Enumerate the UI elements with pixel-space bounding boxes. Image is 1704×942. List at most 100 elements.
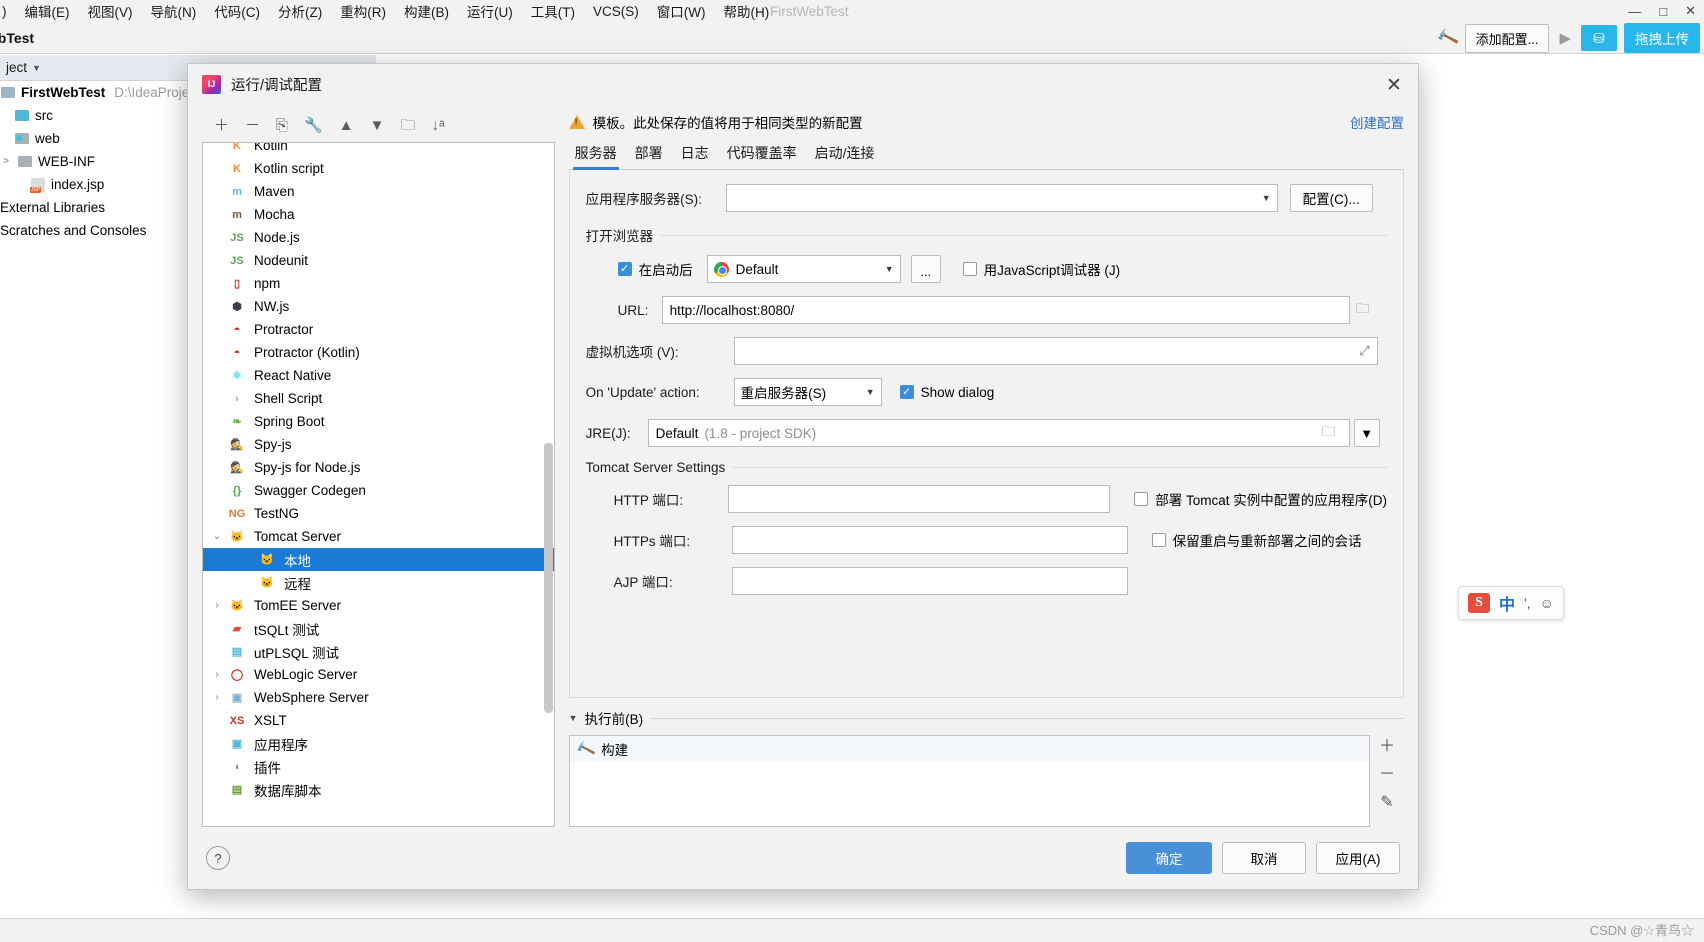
sort-icon[interactable]: ↓ᵃ — [431, 118, 444, 133]
remove-task-icon[interactable]: － — [1379, 767, 1395, 783]
config-tree-item-maven[interactable]: m Maven — [203, 180, 554, 203]
config-tree-item-数据库脚本[interactable]: ▤ 数据库脚本 — [203, 778, 554, 801]
menu-item-navigate[interactable]: 导航(N) — [142, 1, 206, 21]
config-tree-item-swagger-codegen[interactable]: {} Swagger Codegen — [203, 479, 554, 502]
menu-item-code[interactable]: 代码(C) — [205, 1, 269, 21]
vm-options-input[interactable]: ⤢ — [733, 337, 1378, 365]
new-folder-icon[interactable]: 🗀 — [400, 118, 415, 133]
expand-icon[interactable]: ⤢ — [1359, 343, 1369, 359]
config-tree-item-weblogic-server[interactable]: › ◯ WebLogic Server — [203, 663, 554, 686]
tab-deployment[interactable]: 部署 — [633, 143, 665, 169]
after-launch-checkbox[interactable] — [617, 262, 632, 276]
browse-browsers-button[interactable]: ... — [910, 255, 941, 283]
configure-server-button[interactable]: 配置(C)... — [1289, 184, 1373, 212]
ajp-port-input[interactable] — [731, 567, 1128, 595]
config-tree-item-node.js[interactable]: JS Node.js — [203, 226, 554, 249]
before-launch-header[interactable]: ▼ 执行前(B) — [569, 708, 1404, 728]
tree-scroll-area[interactable]: K Kotlin K Kotlin script m Maven m Mocha JS Node.… — [203, 143, 554, 826]
preserve-sessions-checkbox[interactable] — [1151, 533, 1166, 547]
collapse-triangle-icon[interactable]: ▼ — [569, 713, 578, 723]
config-tree-item-websphere-server[interactable]: › ▣ WebSphere Server — [203, 686, 554, 709]
wrench-icon[interactable]: 🔧 — [304, 118, 323, 133]
run-icon[interactable]: ▶ — [1556, 29, 1574, 47]
show-dialog-checkbox[interactable] — [899, 385, 914, 399]
config-tree-item-spy-js[interactable]: 🕵 Spy-js — [203, 433, 554, 456]
menu-item-analyze[interactable]: 分析(Z) — [269, 1, 331, 21]
application-server-select[interactable]: ▼ — [725, 184, 1278, 212]
minimize-icon[interactable]: — — [1628, 4, 1641, 19]
config-tree-item-nodeunit[interactable]: JS Nodeunit — [203, 249, 554, 272]
js-debugger-checkbox[interactable] — [962, 262, 977, 276]
jre-input[interactable]: Default (1.8 - project SDK) 🗀 — [647, 419, 1350, 447]
tab-code-coverage[interactable]: 代码覆盖率 — [725, 143, 799, 169]
ok-button[interactable]: 确定 — [1126, 842, 1212, 874]
config-tree-item-tsqlt-测试[interactable]: ▰ tSQLt 测试 — [203, 617, 554, 640]
tab-server[interactable]: 服务器 — [572, 143, 619, 170]
close-icon[interactable]: ✕ — [1384, 75, 1404, 95]
chevron-right-icon[interactable]: › — [209, 600, 225, 611]
config-tree-item-xslt[interactable]: XS XSLT — [203, 709, 554, 732]
menu-item-edit[interactable]: 编辑(E) — [16, 1, 79, 21]
before-launch-list[interactable]: 🔨 构建 — [568, 735, 1370, 827]
config-tree-item-shell-script[interactable]: › Shell Script — [203, 387, 554, 410]
config-tree-item-npm[interactable]: ▯ npm — [203, 272, 554, 295]
tree-scrollbar[interactable] — [543, 443, 553, 713]
config-tree-item-utplsql-测试[interactable]: ▤ utPLSQL 测试 — [203, 640, 554, 663]
config-tree-item-tomcat-server[interactable]: ⌄ 🐱 Tomcat Server — [203, 525, 554, 548]
browser-select[interactable]: Default ▼ — [706, 255, 901, 283]
move-up-icon[interactable]: ▲ — [339, 118, 354, 133]
chevron-down-icon[interactable]: ⌄ — [209, 531, 225, 542]
apply-button[interactable]: 应用(A) — [1316, 842, 1400, 874]
folder-icon[interactable]: 🗀 — [1316, 420, 1342, 446]
add-configuration-button[interactable]: 添加配置... — [1464, 23, 1550, 53]
chevron-down-icon[interactable]: ▼ — [32, 63, 41, 73]
maximize-icon[interactable]: □ — [1659, 4, 1667, 19]
on-update-action-select[interactable]: 重启服务器(S) ▼ — [733, 378, 882, 406]
menu-item-help[interactable]: 帮助(H) — [715, 1, 779, 21]
remove-configuration-icon[interactable]: － — [245, 118, 260, 133]
list-item[interactable]: 🔨 构建 — [569, 736, 1369, 762]
chevron-right-icon[interactable]: > — [0, 156, 12, 167]
config-tree-item-testng[interactable]: NG TestNG — [203, 502, 554, 525]
deploy-applications-checkbox[interactable] — [1134, 492, 1149, 506]
config-tree-item-protractor[interactable]: ◓ Protractor — [203, 318, 554, 341]
ime-smiley-icon[interactable]: ☺ — [1540, 595, 1554, 611]
chevron-right-icon[interactable]: › — [209, 669, 225, 680]
menu-item-0[interactable]: ) — [0, 4, 16, 19]
menu-item-vcs[interactable]: VCS(S) — [584, 4, 648, 19]
config-tree-item-应用程序[interactable]: ▣ 应用程序 — [203, 732, 554, 755]
http-port-input[interactable] — [727, 485, 1111, 513]
config-tree-item-本地[interactable]: 🐱 本地 — [203, 548, 554, 571]
config-tree-item-kotlin[interactable]: K Kotlin — [203, 143, 554, 157]
ime-punctuation-icon[interactable]: ', — [1524, 595, 1531, 611]
url-input[interactable]: http://localhost:8080/ — [661, 296, 1350, 324]
cancel-button[interactable]: 取消 — [1222, 842, 1306, 874]
help-icon[interactable]: ? — [206, 846, 230, 870]
config-tree-item-react-native[interactable]: ⚛ React Native — [203, 364, 554, 387]
close-window-icon[interactable]: ✕ — [1685, 3, 1696, 19]
config-tree-item-远程[interactable]: 🐱 远程 — [203, 571, 554, 594]
menu-item-view[interactable]: 视图(V) — [79, 1, 142, 21]
menu-item-tools[interactable]: 工具(T) — [522, 1, 584, 21]
chevron-right-icon[interactable]: › — [209, 692, 225, 703]
https-port-input[interactable] — [731, 526, 1128, 554]
jre-dropdown-button[interactable]: ▼ — [1353, 419, 1380, 447]
folder-icon[interactable]: 🗀 — [1350, 297, 1376, 323]
config-tree-item-protractor-(kotlin)[interactable]: ◓ Protractor (Kotlin) — [203, 341, 554, 364]
upload-button[interactable]: 拖拽上传 — [1624, 23, 1700, 53]
config-tree-item-mocha[interactable]: m Mocha — [203, 203, 554, 226]
menu-item-refactor[interactable]: 重构(R) — [331, 1, 395, 21]
copy-configuration-icon[interactable]: ⎘ — [276, 118, 288, 133]
ime-widget[interactable]: S 中 ', ☺ — [1458, 586, 1564, 620]
add-task-icon[interactable]: ＋ — [1379, 739, 1395, 755]
create-configuration-link[interactable]: 创建配置 — [1350, 112, 1404, 132]
config-tree-item-spring-boot[interactable]: ❧ Spring Boot — [203, 410, 554, 433]
menu-item-run[interactable]: 运行(U) — [458, 1, 522, 21]
config-tree-item-spy-js-for-node.js[interactable]: 🕵 Spy-js for Node.js — [203, 456, 554, 479]
menu-item-window[interactable]: 窗口(W) — [648, 1, 715, 21]
add-configuration-icon[interactable]: ＋ — [214, 118, 229, 133]
edit-task-icon[interactable]: ✎ — [1380, 795, 1393, 811]
config-tree-item-插件[interactable]: ◖ 插件 — [203, 755, 554, 778]
menu-item-build[interactable]: 构建(B) — [395, 1, 458, 21]
configuration-type-tree[interactable]: K Kotlin K Kotlin script m Maven m Mocha JS Node.… — [202, 142, 555, 827]
